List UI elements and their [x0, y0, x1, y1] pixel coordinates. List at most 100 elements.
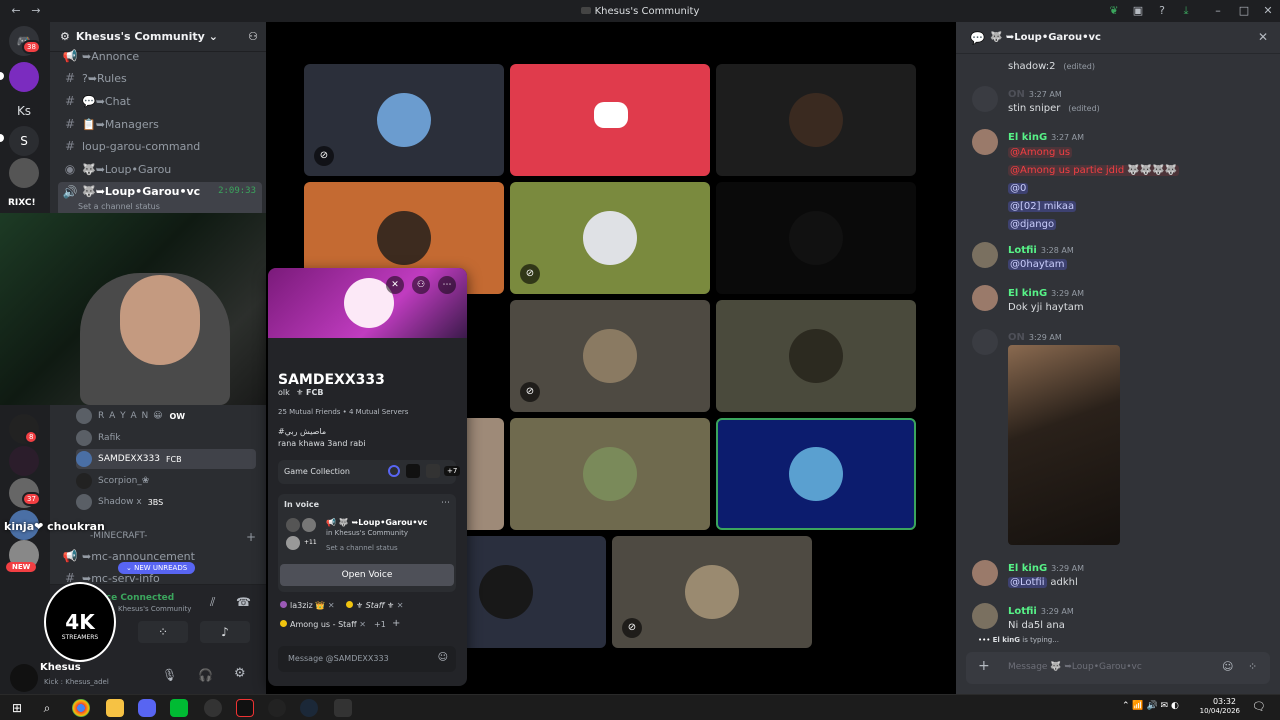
add-role-icon[interactable]: +	[392, 618, 400, 629]
user-mention[interactable]: @Lotfii	[1008, 577, 1047, 588]
maximize-icon[interactable]: □	[1236, 3, 1252, 19]
voice-member[interactable]: SAMDEXX333 FCB	[76, 449, 256, 469]
channel-status[interactable]: Set a channel status	[78, 202, 160, 211]
mutual-info[interactable]: 25 Mutual Friends • 4 Mutual Servers	[278, 408, 408, 416]
participant-tile[interactable]	[716, 182, 916, 294]
user-avatar[interactable]	[10, 664, 38, 692]
obs-icon[interactable]	[204, 699, 222, 717]
app-icon[interactable]	[268, 699, 286, 717]
close-chat-icon[interactable]: ✕	[1258, 30, 1268, 44]
headphones-icon[interactable]: 🎧	[198, 668, 213, 682]
megaphone-icon: 📢	[62, 549, 78, 563]
user-mention[interactable]: @0	[1008, 183, 1029, 194]
discord-taskbar-icon[interactable]	[138, 699, 156, 717]
channel-loup-garou[interactable]: ◉ 🐺➥Loup•Garou	[58, 159, 262, 179]
channel-chat[interactable]: # 💬➥Chat	[58, 91, 262, 111]
user-mention[interactable]: @0haytam	[1008, 259, 1067, 270]
server-rixc[interactable]: RIXC!	[8, 198, 36, 208]
add-channel-icon[interactable]: +	[246, 530, 256, 544]
soundboard-button[interactable]: ♪	[200, 621, 250, 643]
open-voice-button[interactable]: Open Voice	[280, 564, 454, 586]
message-author[interactable]: ON	[1008, 89, 1025, 100]
server-icon[interactable]	[9, 446, 39, 476]
close-icon[interactable]: ✕	[386, 276, 404, 294]
settings-gear-icon[interactable]: ⚙	[234, 666, 246, 681]
message-author[interactable]: Lotfii	[1008, 245, 1037, 256]
clock-date[interactable]: 10/04/2026	[1196, 707, 1240, 715]
channel-rules[interactable]: # ?➥Rules	[58, 68, 262, 88]
nitro-leaf-icon[interactable]: ❦	[1106, 3, 1122, 19]
game-collection[interactable]: Game Collection +7	[278, 460, 461, 484]
new-unreads-pill[interactable]: ⌄ NEW UNREADS	[118, 562, 196, 574]
channel-annonce[interactable]: 📢 ➥Annonce	[58, 46, 262, 66]
role-chip[interactable]: Among us - Staff ✕	[280, 620, 366, 629]
close-window-icon[interactable]: ✕	[1260, 3, 1276, 19]
channel-managers[interactable]: # 📋➥Managers	[58, 114, 262, 134]
chat-input[interactable]: + Message 🐺 ➥Loup•Garou•vc ☺ ⁘	[966, 652, 1270, 684]
server-s-icon[interactable]: S	[9, 126, 39, 156]
windows-start-icon[interactable]: ⊞	[8, 699, 26, 717]
participant-tile[interactable]	[716, 64, 916, 176]
message-author[interactable]: ON	[1008, 332, 1025, 343]
attach-plus-icon[interactable]: +	[978, 658, 990, 674]
participant-tile[interactable]	[510, 64, 710, 176]
more-options-icon[interactable]: ⋯	[441, 498, 450, 508]
apps-icon[interactable]: ⁘	[1248, 660, 1257, 673]
participant-tile[interactable]	[716, 300, 916, 412]
participant-tile-speaking[interactable]	[716, 418, 916, 530]
file-explorer-icon[interactable]	[106, 699, 124, 717]
server-icon[interactable]	[9, 62, 39, 92]
in-voice-label: In voice	[284, 500, 320, 509]
new-pill[interactable]: NEW	[6, 562, 37, 572]
muted-icon: ⊘	[520, 382, 540, 402]
search-icon[interactable]: ⌕	[38, 699, 56, 717]
server-icon[interactable]	[9, 158, 39, 188]
role-chip[interactable]: la3ziz 👑 ✕	[280, 601, 335, 610]
channel-loup-garou-vc[interactable]: 🔊 🐺➥Loup•Garou•vc 2:09:33 Set a channel s…	[58, 182, 262, 216]
activities-button[interactable]: ⁘	[138, 621, 188, 643]
message-author[interactable]: El kinG	[1008, 132, 1047, 143]
channel-loup-garou-command[interactable]: # loup-garou-command	[58, 136, 262, 156]
participant-tile[interactable]: ⊘	[304, 64, 504, 176]
clock-time[interactable]: 03:32	[1200, 697, 1236, 706]
roles-more[interactable]: +1	[374, 620, 386, 629]
participant-tile[interactable]: ⊘	[510, 182, 710, 294]
disconnect-icon[interactable]: ☎	[236, 595, 251, 609]
role-mention[interactable]: @Among us	[1008, 147, 1073, 158]
help-icon[interactable]: ?	[1154, 3, 1170, 19]
participant-tile[interactable]	[510, 418, 710, 530]
steam-icon[interactable]	[300, 699, 318, 717]
download-icon[interactable]: ⤓	[1178, 3, 1194, 19]
message-author[interactable]: El kinG	[1008, 563, 1047, 574]
voice-member[interactable]: Shadow x 3BS	[76, 492, 163, 512]
user-mention[interactable]: @[02] mikaa	[1008, 201, 1077, 212]
notifications-icon[interactable]: 🗨	[1252, 700, 1266, 713]
mic-icon[interactable]: 🎙	[162, 668, 177, 682]
add-friend-icon[interactable]: ⚇	[412, 276, 430, 294]
voice-member[interactable]: Scorpion_❀	[76, 471, 149, 491]
epic-games-icon[interactable]	[334, 699, 352, 717]
chrome-icon[interactable]	[72, 699, 90, 717]
message-author[interactable]: El kinG	[1008, 288, 1047, 299]
voice-member[interactable]: R A Y A N 😀 OW	[76, 406, 185, 426]
voice-member[interactable]: Rafik	[76, 428, 120, 448]
dm-input[interactable]: Message @SAMDEXX333 ☺	[278, 646, 456, 672]
dog-image-attachment[interactable]	[1008, 345, 1120, 545]
inbox-icon[interactable]: ▣	[1130, 3, 1146, 19]
role-chip[interactable]: ⚜ Staff ⚜ ✕	[346, 601, 403, 610]
tiktok-icon[interactable]	[236, 699, 254, 717]
server-ks[interactable]: Ks	[9, 96, 39, 126]
user-mention[interactable]: @django	[1008, 219, 1057, 230]
invite-icon[interactable]: ⚇	[248, 30, 258, 43]
emoji-icon[interactable]: ☺	[438, 652, 448, 663]
noise-suppression-icon[interactable]: ⫽	[210, 595, 215, 610]
participant-tile[interactable]: ⊘	[510, 300, 710, 412]
more-options-icon[interactable]: ⋯	[438, 276, 456, 294]
system-tray-icons[interactable]: ⌃ 📶 🔊 ✉ ◐	[1122, 701, 1179, 711]
emoji-icon[interactable]: ☺	[1222, 660, 1233, 673]
participant-tile[interactable]: ⊘	[612, 536, 812, 648]
minimize-icon[interactable]: –	[1210, 3, 1226, 19]
member-tag: 3BS	[147, 497, 164, 507]
app-icon[interactable]	[170, 699, 188, 717]
message-author[interactable]: Lotfii	[1008, 606, 1037, 617]
